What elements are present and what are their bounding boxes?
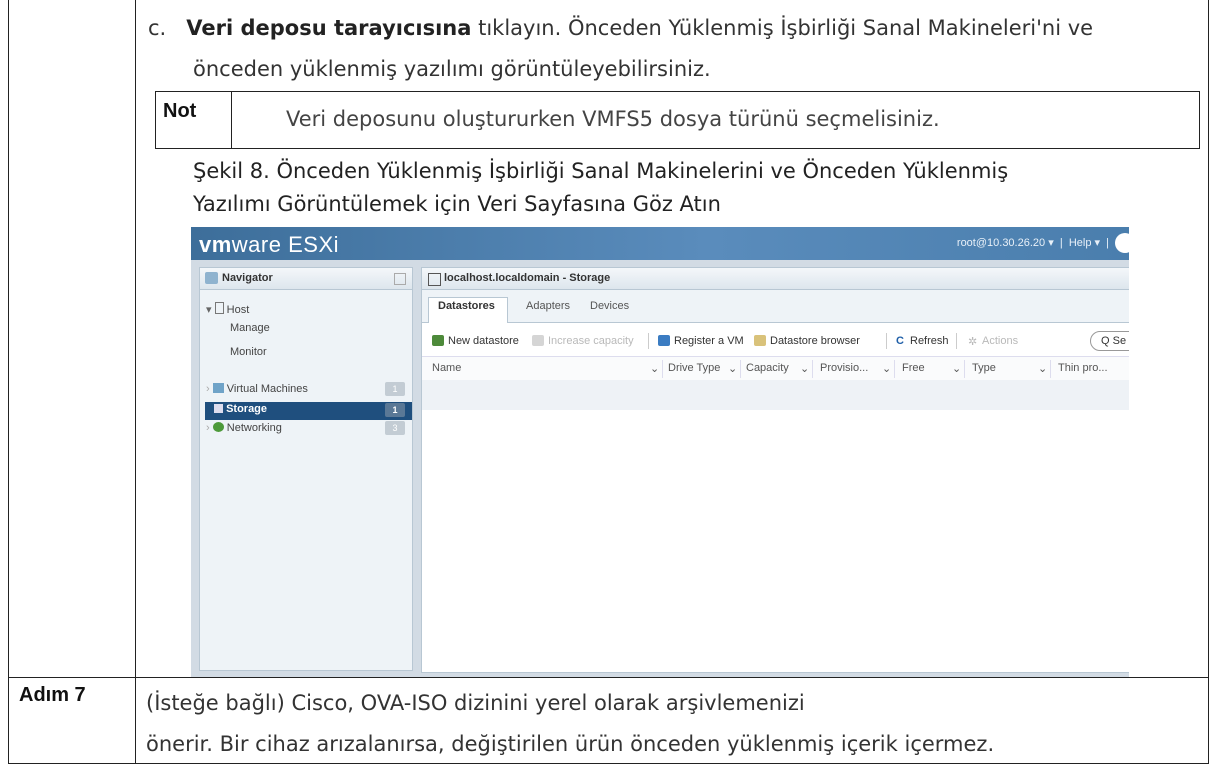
chevron-down-icon: ⌄ bbox=[650, 363, 660, 375]
col-thin-provisioning[interactable]: Thin pro... bbox=[1058, 362, 1108, 374]
navigator-title: Navigator bbox=[222, 272, 273, 284]
row-divider bbox=[9, 677, 1208, 678]
esxi-screenshot: vmware ESXi root@10.30.26.20 ▾ | Help ▾ … bbox=[191, 227, 1129, 677]
col-capacity[interactable]: Capacity bbox=[746, 362, 789, 374]
vm-count-badge: 1 bbox=[385, 382, 405, 396]
note-divider bbox=[231, 91, 232, 149]
col-type[interactable]: Type bbox=[972, 362, 996, 374]
network-icon bbox=[212, 422, 224, 432]
chevron-down-icon: ⌄ bbox=[882, 363, 892, 375]
col-provisioned[interactable]: Provisio... bbox=[820, 362, 868, 374]
nav-manage[interactable]: Manage bbox=[230, 322, 270, 334]
increase-capacity-icon bbox=[532, 335, 544, 346]
toolbar-separator bbox=[886, 333, 887, 349]
increase-capacity-button[interactable]: Increase capacity bbox=[548, 335, 634, 347]
actions-icon: ✲ bbox=[968, 336, 978, 348]
vm-icon bbox=[212, 383, 224, 393]
step-c-line2: önceden yüklenmiş yazılımı görüntüleyebi… bbox=[193, 57, 711, 81]
datastore-browser-button[interactable]: Datastore browser bbox=[770, 335, 860, 347]
user-avatar[interactable] bbox=[1115, 233, 1129, 253]
expand-icon: › bbox=[206, 383, 210, 395]
figure-caption-line2: Yazılımı Görüntülemek için Veri Sayfasın… bbox=[193, 192, 721, 216]
step-c-rest: tıklayın. Önceden Yüklenmiş İşbirliği Sa… bbox=[471, 16, 1094, 40]
note-label: Not bbox=[163, 100, 197, 122]
nav-virtual-machines[interactable]: › Virtual Machines 1 bbox=[206, 382, 411, 396]
tab-devices[interactable]: Devices bbox=[590, 300, 629, 312]
chevron-down-icon: ⌄ bbox=[728, 363, 738, 375]
datastore-grid-empty-row bbox=[422, 380, 1129, 410]
step7-line1: (İsteğe bağlı) Cisco, OVA-ISO dizinini y… bbox=[146, 691, 805, 715]
storage-panel: localhost.localdomain - Storage Datastor… bbox=[421, 267, 1129, 673]
chevron-down-icon: ⌄ bbox=[1038, 363, 1048, 375]
toolbar-separator bbox=[956, 333, 957, 349]
step-c-line1: c. Veri deposu tarayıcısına tıklayın. Ön… bbox=[148, 16, 1093, 40]
chevron-down-icon: ⌄ bbox=[800, 363, 810, 375]
step7-line2: önerir. Bir cihaz arızalanırsa, değiştir… bbox=[146, 732, 995, 756]
search-input[interactable]: Q Se bbox=[1090, 331, 1129, 351]
figure-caption-line1: Şekil 8. Önceden Yüklenmiş İşbirliği San… bbox=[193, 159, 1009, 183]
nav-host[interactable]: ▾ Host bbox=[206, 302, 249, 316]
refresh-icon: C bbox=[896, 335, 904, 347]
navigator-header: Navigator bbox=[200, 268, 412, 290]
note-text: Veri deposunu oluştururken VMFS5 dosya t… bbox=[286, 107, 940, 131]
register-vm-icon bbox=[658, 335, 670, 346]
expand-icon: › bbox=[206, 422, 210, 434]
storage-panel-header: localhost.localdomain - Storage bbox=[422, 268, 1129, 290]
tab-adapters[interactable]: Adapters bbox=[526, 300, 570, 312]
col-name[interactable]: Name bbox=[432, 362, 461, 374]
actions-button[interactable]: Actions bbox=[982, 335, 1018, 347]
storage-tabs: Datastores Adapters Devices bbox=[422, 290, 1129, 323]
storage-count-badge: 1 bbox=[385, 403, 405, 417]
new-datastore-button[interactable]: New datastore bbox=[448, 335, 519, 347]
step-7-label: Adım 7 bbox=[19, 684, 86, 706]
page-icon bbox=[428, 273, 441, 286]
storage-icon bbox=[214, 404, 223, 413]
storage-panel-title: localhost.localdomain - Storage bbox=[444, 272, 611, 284]
help-menu[interactable]: Help ▾ bbox=[1069, 237, 1100, 249]
storage-toolbar: New datastore Increase capacity Register… bbox=[422, 323, 1129, 357]
refresh-button[interactable]: Refresh bbox=[910, 335, 949, 347]
navigator-icon bbox=[205, 272, 218, 284]
col-drive-type[interactable]: Drive Type bbox=[668, 362, 720, 374]
nav-monitor[interactable]: Monitor bbox=[230, 346, 267, 358]
networking-count-badge: 3 bbox=[385, 421, 405, 435]
step-c-bold: Veri deposu tarayıcısına bbox=[186, 16, 472, 40]
user-menu[interactable]: root@10.30.26.20 ▾ | Help ▾ | bbox=[957, 236, 1109, 249]
nav-storage[interactable]: Storage 1 bbox=[214, 403, 411, 417]
collapse-icon[interactable] bbox=[394, 273, 406, 285]
chevron-down-icon: ⌄ bbox=[952, 363, 962, 375]
new-datastore-icon bbox=[432, 335, 444, 346]
step-c-marker: c. bbox=[148, 16, 167, 40]
host-icon bbox=[214, 302, 224, 314]
column-divider bbox=[135, 0, 136, 763]
toolbar-separator bbox=[648, 333, 649, 349]
datastore-grid-header: Name ⌄ Drive Type ⌄ Capacity ⌄ Provisio.… bbox=[422, 356, 1129, 382]
vmware-esxi-logo: vmware ESXi bbox=[199, 232, 340, 257]
navigator-panel: Navigator ▾ Host Manage Monitor › Virtua… bbox=[199, 267, 413, 671]
nav-networking[interactable]: › Networking 3 bbox=[206, 421, 411, 435]
esxi-topbar: vmware ESXi root@10.30.26.20 ▾ | Help ▾ … bbox=[191, 227, 1129, 260]
datastore-browser-icon bbox=[754, 335, 766, 346]
register-vm-button[interactable]: Register a VM bbox=[674, 335, 744, 347]
tab-datastores[interactable]: Datastores bbox=[438, 300, 495, 312]
col-free[interactable]: Free bbox=[902, 362, 925, 374]
expand-icon: ▾ bbox=[206, 304, 212, 316]
